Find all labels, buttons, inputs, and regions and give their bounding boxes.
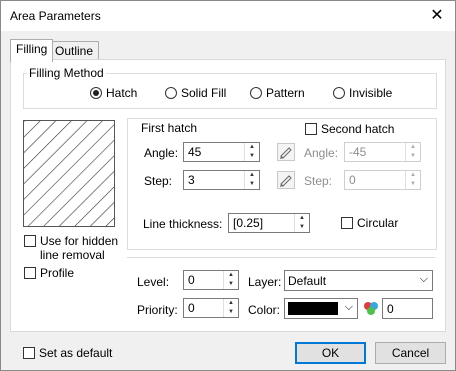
line-thickness-input[interactable]: [0.25] ▲ ▼ — [228, 213, 310, 233]
circular-label: Circular — [357, 216, 399, 230]
radio-solid-fill-label: Solid Fill — [181, 86, 227, 100]
color-palette-button[interactable] — [361, 298, 381, 319]
pick-step-icon — [280, 175, 292, 187]
circular-checkbox[interactable]: Circular — [341, 216, 398, 230]
color-chevron-down-icon[interactable]: ⌵ — [345, 301, 353, 314]
use-for-hidden-label-line1: Use for hidden — [40, 234, 119, 248]
first-angle-label: Angle: — [144, 146, 179, 160]
first-step-input[interactable]: 3 ▲ ▼ — [183, 170, 260, 190]
color-palette-icon — [364, 302, 378, 315]
first-angle-spin-icon[interactable]: ▲ ▼ — [244, 143, 259, 161]
window-title: Area Parameters — [10, 9, 101, 23]
radio-hatch-label: Hatch — [106, 86, 138, 100]
priority-label: Priority: — [137, 303, 178, 317]
first-hatch-label: First hatch — [141, 121, 198, 135]
color-select[interactable]: ⌵ — [284, 298, 358, 319]
separator — [127, 257, 435, 258]
filling-method-label: Filling Method — [27, 66, 106, 80]
radio-pattern[interactable]: Pattern — [250, 86, 305, 100]
title-bar: Area Parameters ✕ — [1, 1, 455, 31]
level-label: Level: — [137, 275, 170, 289]
ok-button[interactable]: OK — [295, 342, 366, 364]
close-icon[interactable]: ✕ — [419, 1, 455, 31]
first-step-value: 3 — [188, 173, 195, 187]
first-angle-input[interactable]: 45 ▲ ▼ — [183, 142, 260, 162]
first-step-pick-button[interactable] — [277, 171, 295, 189]
color-index-value: 0 — [387, 302, 394, 316]
color-label: Color: — [248, 303, 281, 317]
priority-input[interactable]: 0 ▲ ▼ — [183, 298, 239, 318]
first-step-label: Step: — [144, 174, 173, 188]
radio-invisible-label: Invisible — [349, 86, 393, 100]
radio-hatch[interactable]: Hatch — [90, 86, 137, 100]
use-for-hidden-label-line2: line removal — [40, 248, 105, 262]
second-hatch-label: Second hatch — [321, 122, 395, 136]
chevron-down-icon[interactable]: ⌵ — [420, 273, 428, 286]
radio-pattern-indicator[interactable] — [250, 87, 262, 99]
pick-angle-icon — [280, 147, 292, 159]
second-angle-value: -45 — [349, 145, 367, 159]
area-parameters-dialog: Area Parameters ✕ Filling Outline Fillin… — [0, 0, 456, 371]
tab-filling[interactable]: Filling — [10, 39, 54, 62]
hatch-preview — [23, 120, 115, 227]
radio-solid-fill[interactable]: Solid Fill — [165, 86, 226, 100]
filling-panel: Filling Method Hatch Solid Fill Pattern … — [10, 59, 446, 332]
radio-pattern-label: Pattern — [266, 86, 305, 100]
color-swatch — [288, 302, 338, 315]
set-as-default-checkbox[interactable]: Set as default — [23, 346, 112, 360]
line-thickness-value: [0.25] — [233, 216, 264, 230]
first-step-spin-icon[interactable]: ▲ ▼ — [244, 171, 259, 189]
second-step-value: 0 — [349, 173, 356, 187]
profile-label: Profile — [40, 266, 75, 280]
profile-checkbox[interactable]: Profile — [24, 266, 74, 280]
use-for-hidden-checkbox[interactable]: Use for hidden line removal — [24, 234, 118, 262]
second-step-label: Step: — [304, 174, 333, 188]
priority-spin-icon[interactable]: ▲ ▼ — [223, 299, 238, 317]
use-for-hidden-box[interactable] — [24, 235, 36, 247]
radio-hatch-indicator[interactable] — [90, 87, 102, 99]
color-index-input[interactable]: 0 — [382, 298, 433, 319]
second-step-spin-icon[interactable]: ▲ ▼ — [405, 171, 420, 189]
set-as-default-label: Set as default — [39, 346, 113, 360]
level-value: 0 — [188, 273, 195, 287]
hatch-preview-pattern-icon — [24, 121, 114, 226]
second-step-input[interactable]: 0 ▲ ▼ — [344, 170, 421, 190]
level-input[interactable]: 0 ▲ ▼ — [183, 270, 239, 290]
circular-box[interactable] — [341, 217, 353, 229]
set-as-default-box[interactable] — [23, 347, 35, 359]
layer-label: Layer: — [248, 275, 282, 289]
second-hatch-checkbox[interactable]: Second hatch — [305, 122, 394, 136]
use-for-hidden-label: Use for hidden line removal — [40, 234, 118, 262]
radio-invisible[interactable]: Invisible — [333, 86, 392, 100]
second-angle-input[interactable]: -45 ▲ ▼ — [344, 142, 421, 162]
level-spin-icon[interactable]: ▲ ▼ — [223, 271, 238, 289]
profile-box[interactable] — [24, 267, 36, 279]
layer-select[interactable]: Default ⌵ — [284, 270, 433, 291]
cancel-button[interactable]: Cancel — [375, 342, 446, 364]
first-angle-value: 45 — [188, 145, 202, 159]
second-hatch-box[interactable] — [305, 123, 317, 135]
line-thickness-label: Line thickness: — [143, 217, 223, 231]
priority-value: 0 — [188, 301, 195, 315]
layer-value: Default — [288, 274, 327, 288]
second-angle-label: Angle: — [304, 146, 339, 160]
first-angle-pick-button[interactable] — [277, 143, 295, 161]
line-thickness-spin-icon[interactable]: ▲ ▼ — [294, 214, 309, 232]
radio-invisible-indicator[interactable] — [333, 87, 345, 99]
second-angle-spin-icon[interactable]: ▲ ▼ — [405, 143, 420, 161]
radio-solid-fill-indicator[interactable] — [165, 87, 177, 99]
